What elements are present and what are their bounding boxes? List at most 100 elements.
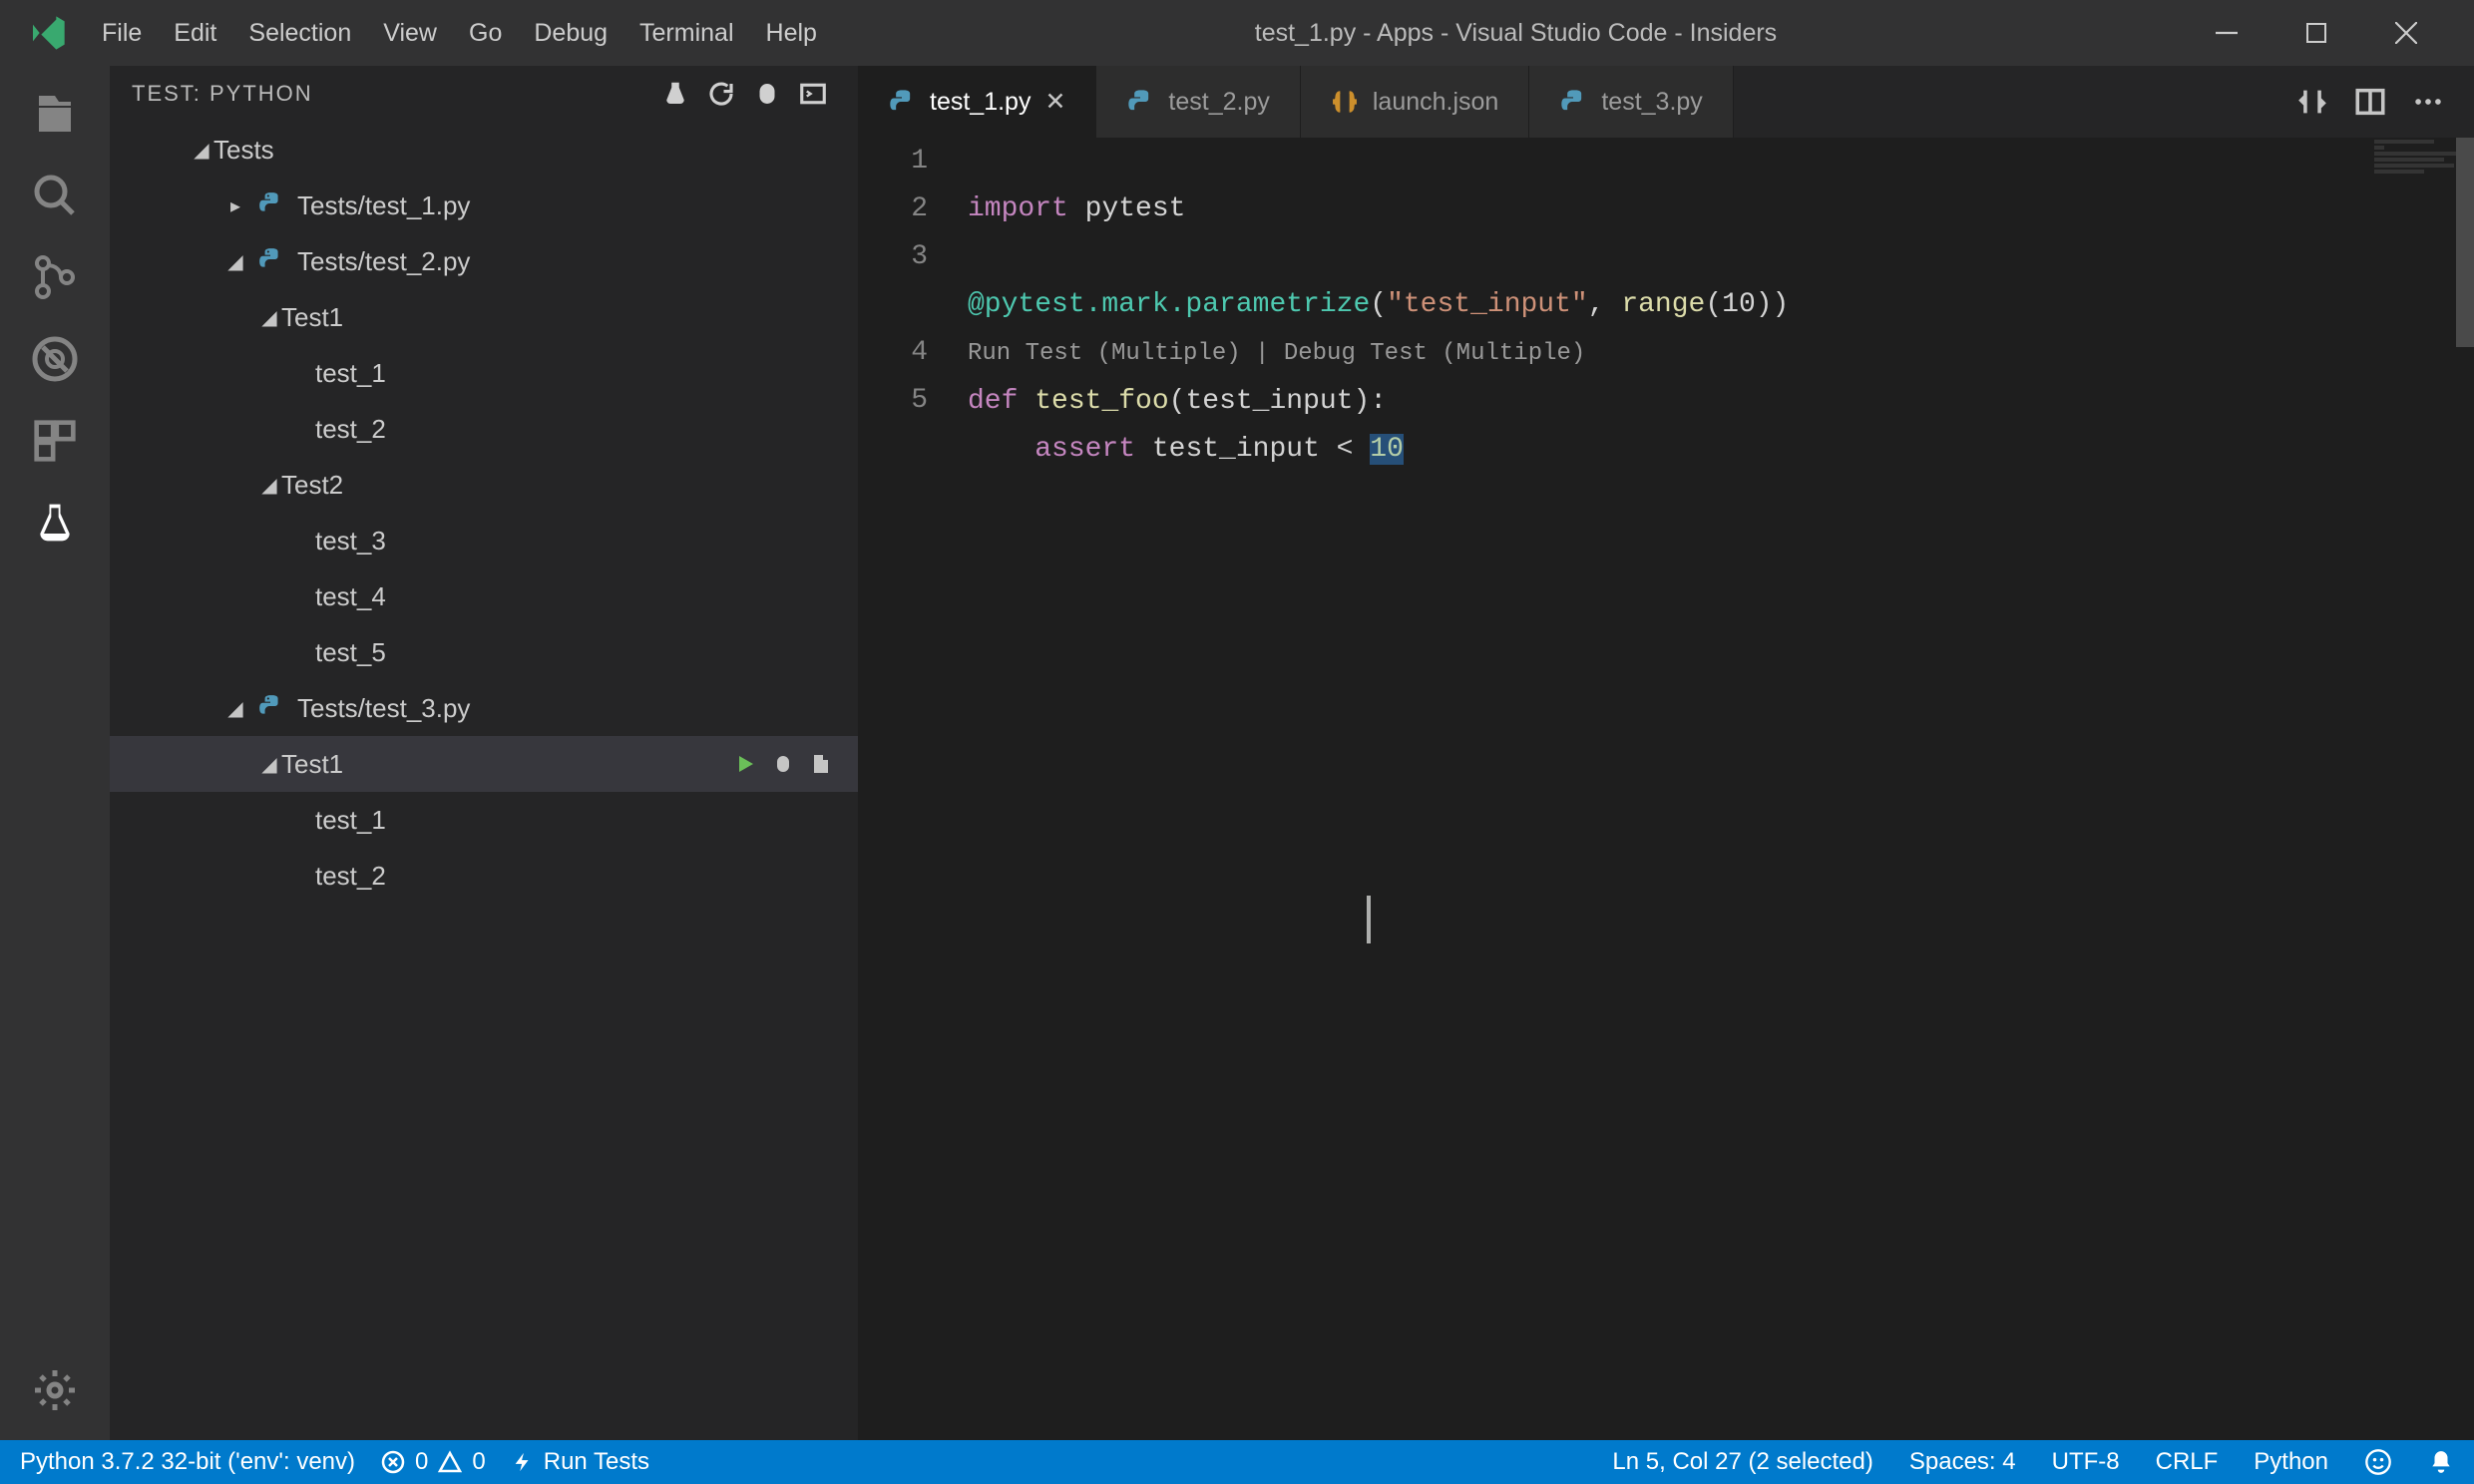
status-encoding[interactable]: UTF-8 — [2052, 1448, 2120, 1476]
codelens-run-debug[interactable]: Run Test (Multiple) | Debug Test (Multip… — [968, 340, 1585, 367]
tree-row[interactable]: ◢ Tests/test_2.py — [110, 233, 858, 289]
tab-label: test_1.py — [930, 88, 1031, 117]
source-control-icon[interactable] — [25, 247, 85, 307]
status-indentation[interactable]: Spaces: 4 — [1909, 1448, 2016, 1476]
show-output-icon[interactable] — [790, 74, 836, 114]
status-eol[interactable]: CRLF — [2156, 1448, 2219, 1476]
chevron-down-icon[interactable]: ◢ — [257, 305, 281, 330]
debug-all-icon[interactable] — [744, 74, 790, 114]
tree-item-label: Tests/test_2.py — [297, 246, 848, 277]
tree-row[interactable]: test_2 — [110, 848, 858, 904]
window-title: test_1.py - Apps - Visual Studio Code - … — [833, 19, 2199, 48]
debug-test-icon[interactable] — [768, 749, 798, 779]
search-icon[interactable] — [25, 166, 85, 225]
editor-tab[interactable]: test_3.py — [1529, 66, 1733, 138]
tree-item-label: Tests — [213, 135, 848, 166]
window-maximize-button[interactable] — [2288, 13, 2344, 53]
extensions-icon[interactable] — [25, 411, 85, 471]
tree-row[interactable]: ◢Test2 — [110, 457, 858, 513]
menu-go[interactable]: Go — [453, 19, 518, 48]
menu-view[interactable]: View — [367, 19, 453, 48]
status-run-tests[interactable]: Run Tests — [512, 1448, 649, 1476]
tree-row[interactable]: ◢ Tests/test_3.py — [110, 680, 858, 736]
menu-edit[interactable]: Edit — [158, 19, 232, 48]
menu-debug[interactable]: Debug — [518, 19, 623, 48]
chevron-down-icon[interactable]: ◢ — [190, 138, 213, 163]
window-close-button[interactable] — [2378, 13, 2434, 53]
tree-item-label: test_4 — [315, 581, 848, 612]
menu-bar: File Edit Selection View Go Debug Termin… — [0, 0, 2474, 66]
tree-row[interactable]: ◢Tests — [110, 122, 858, 178]
chevron-down-icon[interactable]: ◢ — [257, 752, 281, 777]
tree-item-label: Tests/test_1.py — [297, 190, 848, 221]
python-file-icon — [1559, 88, 1587, 116]
chevron-down-icon[interactable]: ◢ — [223, 696, 247, 721]
run-test-icon[interactable] — [730, 749, 760, 779]
tree-row[interactable]: ◢Test1 — [110, 736, 858, 792]
tree-row[interactable]: ▸ Tests/test_1.py — [110, 178, 858, 233]
tree-item-label: Test2 — [281, 470, 848, 501]
settings-gear-icon[interactable] — [25, 1360, 85, 1420]
code-content[interactable]: import pytest @pytest.mark.parametrize("… — [968, 138, 2474, 1440]
json-file-icon — [1331, 88, 1359, 116]
editor-tab[interactable]: launch.json — [1301, 66, 1529, 138]
scrollbar-thumb[interactable] — [2456, 138, 2474, 347]
editor-scrollbar[interactable] — [2456, 138, 2474, 1440]
tree-row[interactable]: test_1 — [110, 792, 858, 848]
menu-help[interactable]: Help — [750, 19, 833, 48]
tree-row[interactable]: test_2 — [110, 401, 858, 457]
tree-item-label: test_1 — [315, 805, 848, 836]
tree-item-label: test_1 — [315, 358, 848, 389]
tree-row[interactable]: test_4 — [110, 568, 858, 624]
status-bar: Python 3.7.2 32-bit ('env': venv) 0 0 Ru… — [0, 1440, 2474, 1484]
menu-terminal[interactable]: Terminal — [623, 19, 749, 48]
editor-group: test_1.py✕test_2.pylaunch.jsontest_3.py … — [858, 66, 2474, 1440]
debug-disabled-icon[interactable] — [25, 329, 85, 389]
status-problems[interactable]: 0 0 — [381, 1448, 486, 1476]
chevron-down-icon[interactable]: ◢ — [223, 249, 247, 274]
tree-item-label: test_2 — [315, 861, 848, 892]
tree-row[interactable]: test_1 — [110, 345, 858, 401]
python-file-icon — [1126, 88, 1154, 116]
text-cursor — [1367, 896, 1371, 943]
tree-row[interactable]: test_3 — [110, 513, 858, 568]
tree-item-label: Tests/test_3.py — [297, 693, 848, 724]
python-file-icon — [257, 693, 287, 723]
code-editor[interactable]: 12345 import pytest @pytest.mark.paramet… — [858, 138, 2474, 1440]
discover-tests-icon[interactable] — [652, 74, 698, 114]
open-test-icon[interactable] — [806, 749, 836, 779]
python-file-icon — [257, 190, 287, 220]
chevron-right-icon[interactable]: ▸ — [223, 193, 247, 218]
compare-changes-icon[interactable] — [2292, 82, 2332, 122]
tab-label: test_3.py — [1601, 88, 1702, 117]
python-file-icon — [257, 246, 287, 276]
menu-selection[interactable]: Selection — [232, 19, 367, 48]
tree-item-label: test_2 — [315, 414, 848, 445]
editor-tab[interactable]: test_1.py ✕ — [858, 66, 1096, 138]
editor-tab[interactable]: test_2.py — [1096, 66, 1300, 138]
status-feedback-icon[interactable] — [2364, 1448, 2392, 1476]
editor-tabs: test_1.py ✕ test_2.py launch.json test_3.py — [858, 66, 2474, 138]
tab-close-icon[interactable]: ✕ — [1044, 87, 1065, 117]
tree-item-label: Test1 — [281, 302, 848, 333]
window-minimize-button[interactable] — [2199, 13, 2255, 53]
tree-item-label: Test1 — [281, 749, 730, 780]
more-actions-icon[interactable] — [2408, 82, 2448, 122]
refresh-icon[interactable] — [698, 74, 744, 114]
tab-label: launch.json — [1373, 88, 1498, 117]
status-notifications-icon[interactable] — [2428, 1449, 2454, 1475]
tree-row[interactable]: test_5 — [110, 624, 858, 680]
split-editor-icon[interactable] — [2350, 82, 2390, 122]
status-python-interpreter[interactable]: Python 3.7.2 32-bit ('env': venv) — [20, 1448, 355, 1476]
tree-row[interactable]: ◢Test1 — [110, 289, 858, 345]
status-cursor-position[interactable]: Ln 5, Col 27 (2 selected) — [1612, 1448, 1872, 1476]
activity-bar — [0, 66, 110, 1440]
explorer-icon[interactable] — [25, 84, 85, 144]
status-language-mode[interactable]: Python — [2254, 1448, 2328, 1476]
test-explorer-sidebar: TEST: PYTHON ◢Tests▸Tests/test_1.py◢Test… — [110, 66, 858, 1440]
test-tree[interactable]: ◢Tests▸Tests/test_1.py◢Tests/test_2.py◢T… — [110, 122, 858, 1440]
tab-label: test_2.py — [1168, 88, 1269, 117]
chevron-down-icon[interactable]: ◢ — [257, 473, 281, 498]
test-explorer-icon[interactable] — [25, 493, 85, 553]
menu-file[interactable]: File — [86, 19, 158, 48]
